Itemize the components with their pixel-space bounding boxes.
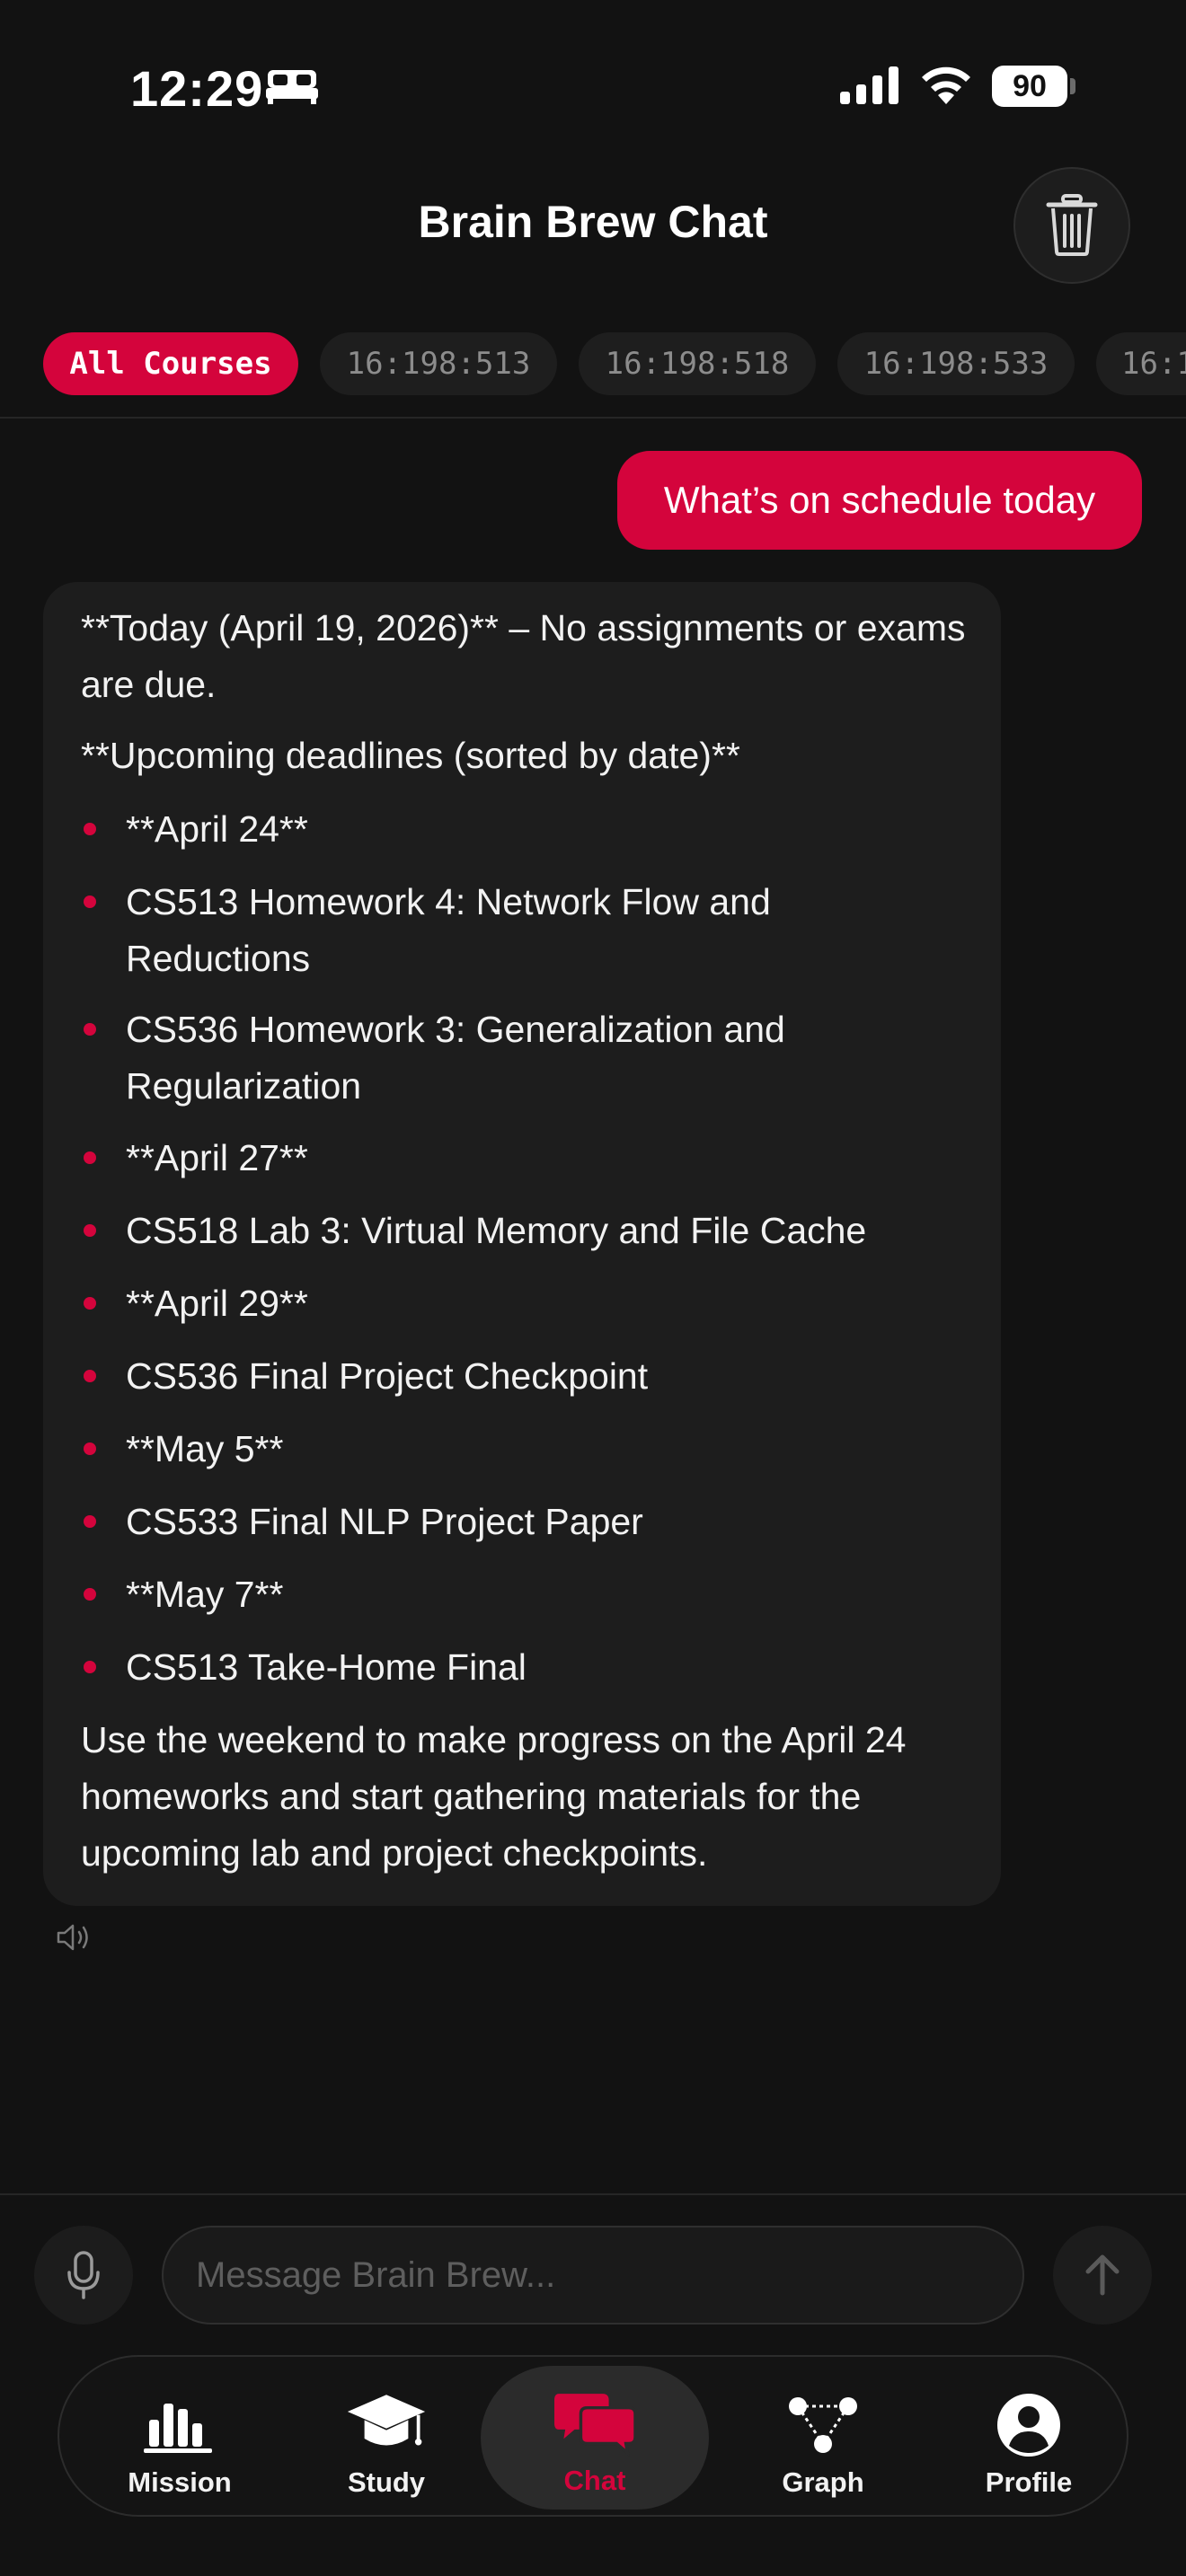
tab-graph-label: Graph (782, 2466, 864, 2498)
list-item-text: **April 27** (126, 1137, 308, 1178)
cellular-signal-icon (840, 66, 898, 104)
microphone-icon (67, 2251, 100, 2299)
assistant-message-bubble: **Today (April 19, 2026)** – No assignme… (43, 582, 1001, 1906)
bottom-tab-bar: Mission Study Chat Graph Profile (58, 2355, 1128, 2517)
course-filter-chips: All Courses 16:198:513 16:198:518 16:198… (0, 332, 1186, 399)
bullet-dot (84, 1370, 96, 1382)
battery-indicator: 90 (992, 66, 1075, 107)
status-time: 12:29 (130, 60, 264, 117)
tab-profile[interactable]: Profile (926, 2357, 1131, 2519)
status-bar: 12:29 90 (0, 0, 1186, 171)
list-item-text: **April 29** (126, 1283, 308, 1324)
bullet-dot (84, 823, 96, 835)
header-divider (0, 417, 1186, 419)
microphone-button[interactable] (34, 2226, 133, 2325)
tab-study-label: Study (347, 2466, 426, 2498)
wifi-icon (922, 66, 970, 104)
arrow-up-icon (1085, 2254, 1120, 2296)
send-button[interactable] (1053, 2226, 1152, 2325)
tab-graph[interactable]: Graph (721, 2357, 925, 2519)
list-item-text: CS536 Homework 3: Generalization and Reg… (126, 1009, 785, 1107)
chip-course-518[interactable]: 16:198:518 (579, 332, 816, 395)
list-item-text: **May 7** (126, 1574, 284, 1615)
assistant-closing-text: Use the weekend to make progress on the … (81, 1719, 907, 1874)
list-item-text: CS513 Take-Home Final (126, 1646, 527, 1688)
graduation-cap-icon (346, 2389, 427, 2461)
user-message-bubble: What’s on schedule today (617, 451, 1142, 550)
battery-level: 90 (992, 66, 1067, 107)
clear-chat-button[interactable] (1013, 167, 1130, 284)
bullet-dot (84, 895, 96, 908)
chip-all-courses[interactable]: All Courses (43, 332, 298, 395)
tab-mission-label: Mission (128, 2466, 232, 2498)
chip-course-513[interactable]: 16:198:513 (320, 332, 557, 395)
chip-course-533[interactable]: 16:198:533 (837, 332, 1075, 395)
assistant-intro-text: **Today (April 19, 2026)** – No assignme… (81, 607, 966, 705)
assistant-upcoming-heading: **Upcoming deadlines (sorted by date)** (81, 735, 740, 776)
tab-study[interactable]: Study (284, 2357, 489, 2519)
tab-mission[interactable]: Mission (77, 2357, 282, 2519)
tab-chat-label: Chat (563, 2465, 626, 2496)
list-item-text: CS536 Final Project Checkpoint (126, 1355, 649, 1397)
chat-bubbles-icon (554, 2387, 635, 2459)
chip-course-partial[interactable]: 16:1 (1096, 332, 1186, 395)
bullet-dot (84, 1224, 96, 1237)
message-input[interactable] (162, 2226, 1024, 2325)
page-title: Brain Brew Chat (418, 197, 768, 247)
bullet-dot (84, 1515, 96, 1528)
bullet-dot (84, 1023, 96, 1036)
bullet-dot (84, 1151, 96, 1164)
tab-profile-label: Profile (985, 2466, 1073, 2498)
bullet-dot (84, 1588, 96, 1601)
bullet-dot (84, 1297, 96, 1310)
list-item-text: **May 5** (126, 1428, 284, 1469)
list-item-text: CS533 Final NLP Project Paper (126, 1501, 643, 1542)
bullet-dot (84, 1442, 96, 1455)
list-item-text: CS518 Lab 3: Virtual Memory and File Cac… (126, 1210, 867, 1251)
speaker-icon[interactable] (56, 1922, 93, 1953)
list-item-text: CS513 Homework 4: Network Flow and Reduc… (126, 881, 771, 979)
sleep-focus-icon (266, 70, 318, 104)
battery-tip (1070, 78, 1075, 94)
composer-divider (0, 2193, 1186, 2195)
profile-icon (988, 2389, 1069, 2461)
trash-icon (1046, 194, 1098, 256)
graph-nodes-icon (783, 2389, 863, 2461)
list-item-text: **April 24** (126, 808, 308, 850)
bullet-dot (84, 1661, 96, 1673)
bar-chart-icon (139, 2389, 220, 2461)
tab-chat[interactable]: Chat (481, 2366, 709, 2510)
